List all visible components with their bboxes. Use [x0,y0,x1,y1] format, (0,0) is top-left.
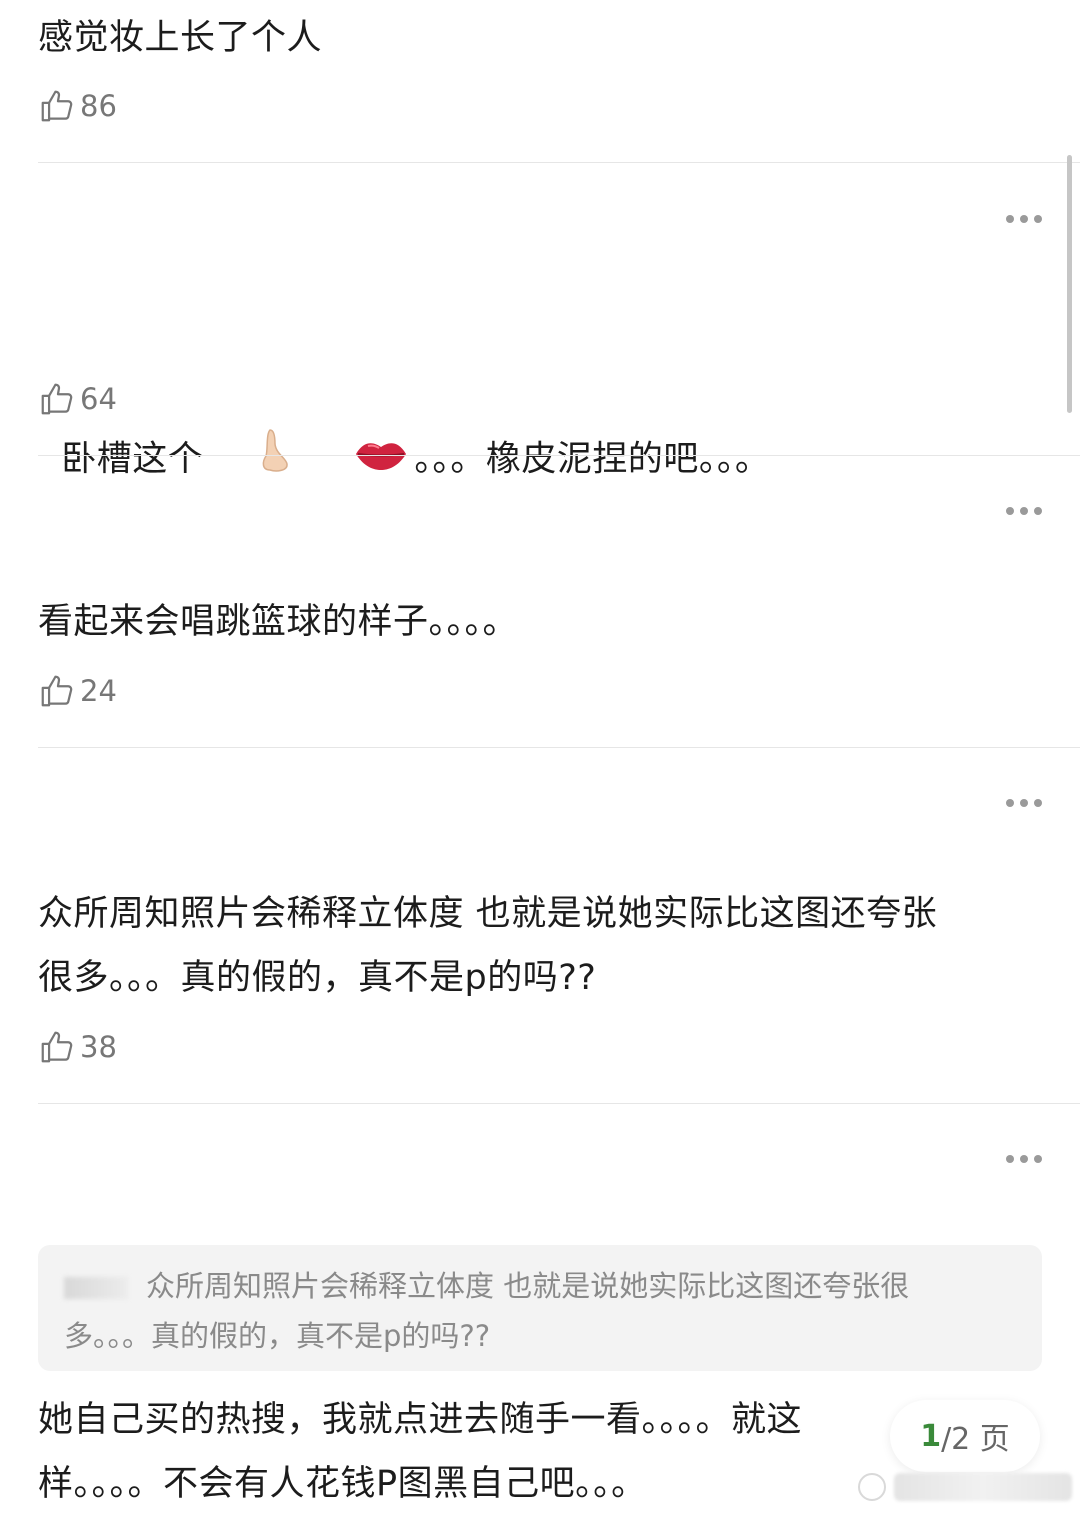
blurred-watermark-text [894,1473,1072,1501]
like-count: 38 [80,1030,117,1064]
nose-emoji-icon [209,362,296,559]
divider [38,162,1080,163]
thumbs-up-icon [41,1031,73,1063]
weibo-logo-icon [858,1473,886,1501]
quoted-reply[interactable]: 众所周知照片会稀释立体度 也就是说她实际比这图还夸张很 多。。。真的假的，真不是… [38,1245,1042,1371]
comment-4-line-1: 众所周知照片会稀释立体度 也就是说她实际比这图还夸张 [38,894,938,934]
page-current: 1 [920,1418,942,1454]
thumbs-up-icon [41,383,73,415]
like-count: 86 [80,89,117,123]
more-dots-icon[interactable] [1006,798,1042,808]
comment-2-like[interactable]: 64 [38,379,117,419]
more-dots-icon[interactable] [1006,506,1042,516]
comment-3-text: 看起来会唱跳篮球的样子。。。。 [38,602,519,642]
comment-5-line-2: 样。。。。不会有人花钱P图黑自己吧。。。 [38,1464,647,1504]
watermark [858,1470,1072,1504]
thumbs-up-icon [41,90,73,122]
like-count: 64 [80,382,117,416]
comment-2-text-a: 卧槽这个 [61,439,204,480]
divider [38,1103,1080,1104]
like-count: 24 [80,674,117,708]
divider [38,455,1080,456]
divider [38,747,1080,748]
more-dots-icon[interactable] [1006,214,1042,224]
comment-2-text-b: 。。。橡皮泥捏的吧。。。 [414,439,771,480]
comment-1-text: 感觉妆上长了个人 [38,18,323,58]
comment-2-text: 卧槽这个 。。。橡皮泥捏的吧。。。 [38,298,770,559]
quote-line-1: 众所周知照片会稀释立体度 也就是说她实际比这图还夸张很 [64,1261,1018,1311]
blurred-author-name [64,1277,128,1299]
quote-line-2: 多。。。真的假的，真不是p的吗?? [64,1319,491,1353]
comment-3-like[interactable]: 24 [38,671,117,711]
comment-4-line-2: 很多。。。真的假的，真不是p的吗?? [38,958,597,998]
more-dots-icon[interactable] [1006,1154,1042,1164]
scrollbar[interactable] [1067,155,1072,413]
comment-1-like[interactable]: 86 [38,86,117,126]
comment-4-like[interactable]: 38 [38,1027,117,1067]
thumbs-up-icon [41,675,73,707]
quote-text-1: 众所周知照片会稀释立体度 也就是说她实际比这图还夸张很 [146,1269,910,1303]
page-indicator[interactable]: 1/2 页 [890,1400,1040,1472]
lips-emoji-icon [308,365,409,557]
page-total: /2 页 [941,1422,1010,1457]
comment-5-line-1: 她自己买的热搜，我就点进去随手一看。。。。就这 [38,1400,803,1440]
